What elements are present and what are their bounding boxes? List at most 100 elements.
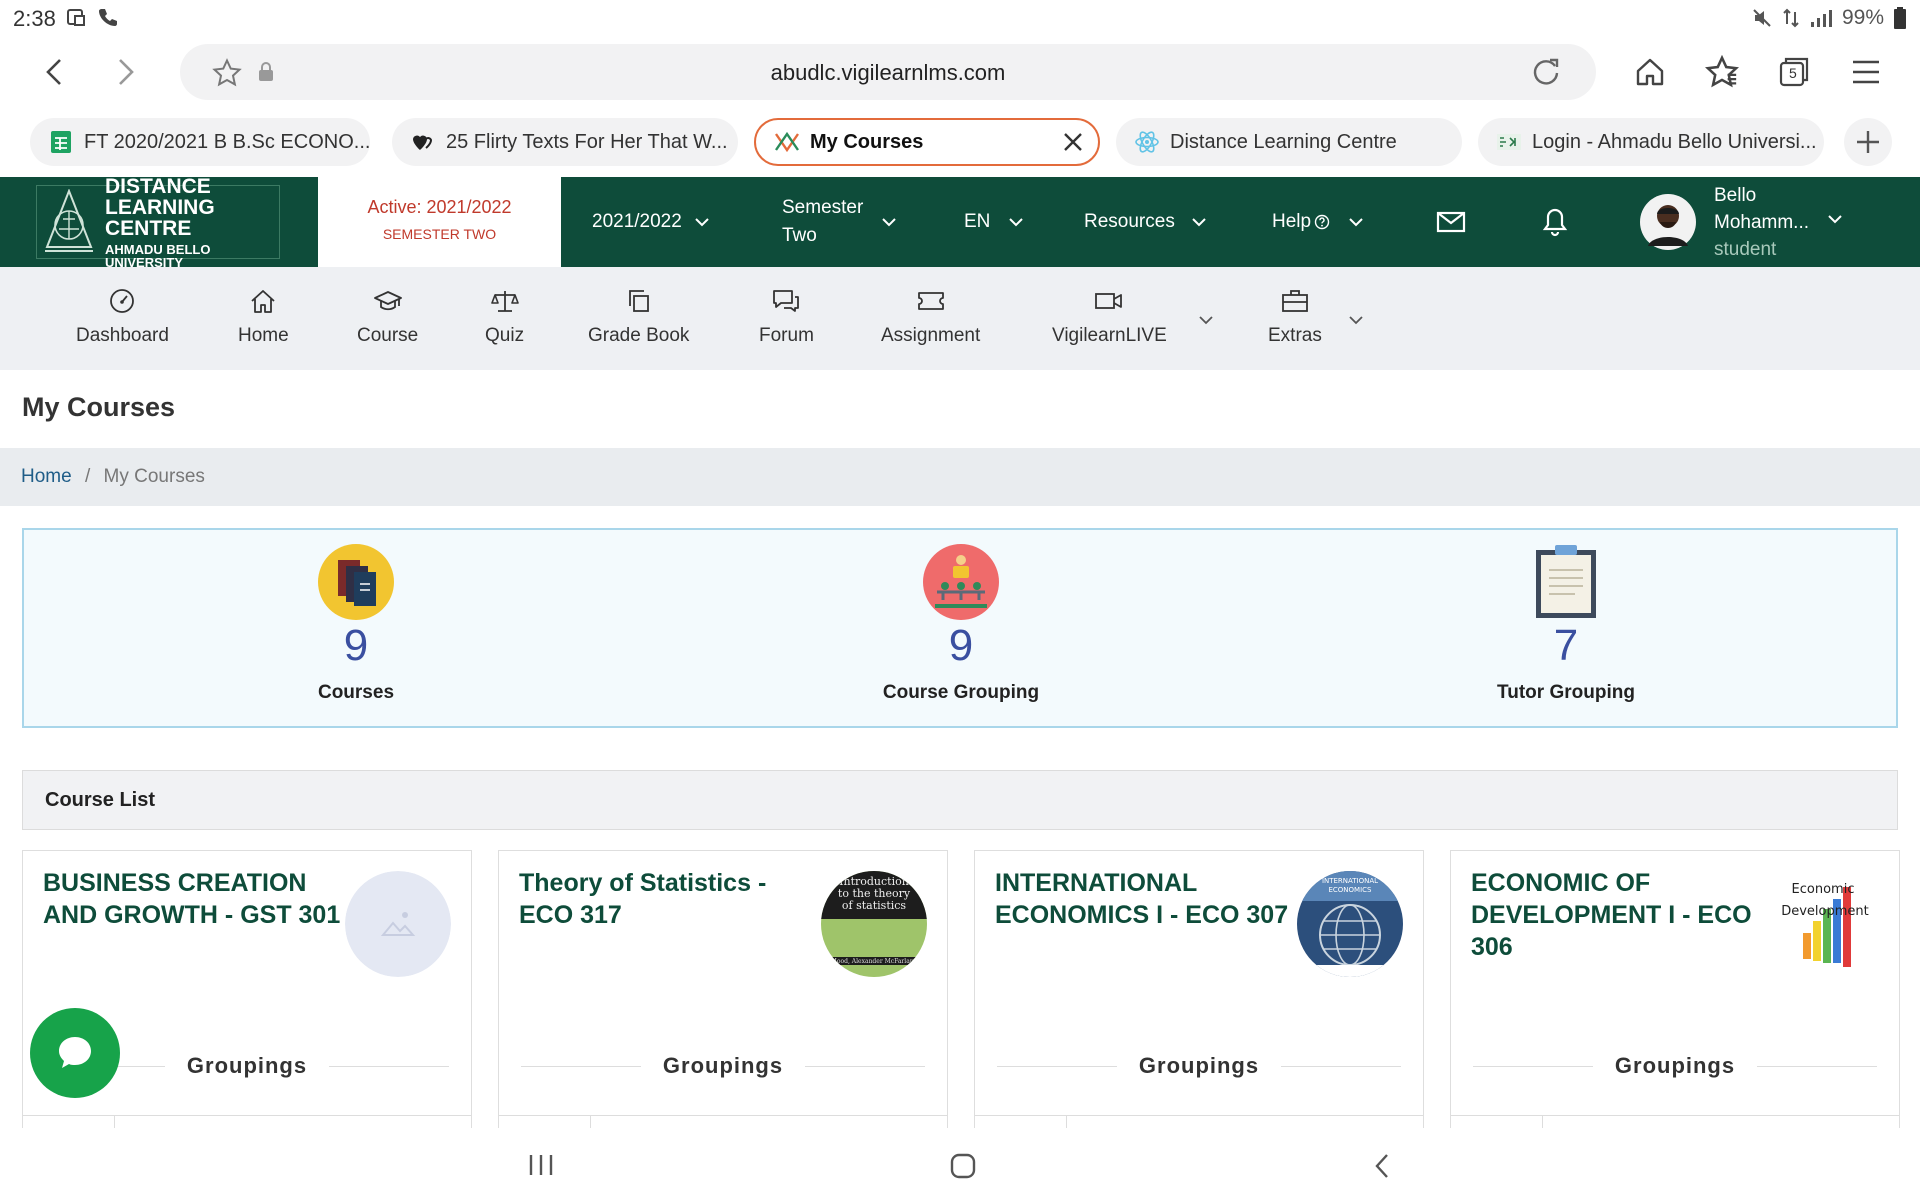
stat-value: 7 — [1553, 621, 1579, 670]
chevron-down-icon — [1008, 217, 1024, 227]
tab-distance-learning[interactable]: Distance Learning Centre — [1116, 118, 1462, 166]
chat-button[interactable] — [30, 1008, 120, 1098]
help-label: Help — [1272, 211, 1312, 232]
call-icon — [98, 7, 118, 27]
nav-label: Grade Book — [588, 325, 690, 346]
course-list-heading: Course List — [45, 789, 156, 811]
home-icon[interactable] — [1630, 52, 1670, 92]
user-role: student — [1714, 238, 1777, 260]
recent-apps-icon[interactable] — [528, 1154, 554, 1176]
tab-flirty-texts[interactable]: 25 Flirty Texts For Her That W... — [392, 118, 738, 166]
nav-home[interactable]: Home — [238, 287, 289, 347]
course-title[interactable]: Theory of Statistics - ECO 317 — [519, 867, 819, 931]
stat-tutor-grouping[interactable]: 7 Tutor Grouping — [1416, 544, 1716, 704]
reload-icon[interactable] — [1530, 56, 1562, 88]
scale-icon — [490, 287, 520, 315]
battery-level: 99% — [1841, 6, 1884, 29]
site-logo[interactable]: DISTANCE LEARNING CENTRE AHMADU BELLO UN… — [36, 176, 280, 269]
resources-dropdown[interactable]: Resources — [1084, 177, 1207, 267]
status-time: 2:38 — [13, 6, 56, 31]
close-tab-icon[interactable] — [1062, 131, 1084, 153]
resources-label: Resources — [1084, 211, 1175, 232]
nav-course[interactable]: Course — [357, 287, 418, 347]
user-menu[interactable]: Bello Mohamm... student — [1640, 177, 1843, 267]
abu-crest-icon — [41, 189, 97, 255]
new-tab-button[interactable] — [1844, 118, 1892, 166]
vigilearn-icon — [774, 129, 800, 155]
course-card-eco317[interactable]: Theory of Statistics - ECO 317 Introduct… — [498, 850, 948, 1130]
system-home-icon[interactable] — [950, 1153, 976, 1179]
nav-dashboard[interactable]: Dashboard — [76, 287, 169, 347]
language-dropdown[interactable]: EN — [964, 177, 1024, 267]
nav-forum[interactable]: Forum — [759, 287, 814, 347]
chevron-down-icon[interactable] — [1348, 315, 1364, 325]
chat-bubbles-icon — [771, 287, 801, 315]
mail-icon[interactable] — [1436, 177, 1466, 267]
course-card-eco306[interactable]: ECONOMIC OF DEVELOPMENT I - ECO 306 Econ… — [1450, 850, 1900, 1130]
chevron-down-icon[interactable] — [1198, 315, 1214, 325]
session-value: 2021/2022 — [592, 211, 682, 232]
back-button[interactable] — [34, 52, 74, 92]
help-dropdown[interactable]: Help — [1272, 177, 1364, 267]
course-card-eco307[interactable]: INTERNATIONAL ECONOMICS I - ECO 307 INTE… — [974, 850, 1424, 1130]
ticket-icon — [916, 287, 946, 315]
tab-title: Distance Learning Centre — [1170, 130, 1397, 153]
stat-label: Courses — [317, 682, 395, 703]
session-dropdown[interactable]: 2021/2022 — [592, 177, 710, 267]
nav-quiz[interactable]: Quiz — [485, 287, 524, 347]
nav-extras[interactable]: Extras — [1268, 287, 1322, 347]
course-title[interactable]: ECONOMIC OF DEVELOPMENT I - ECO 306 — [1471, 867, 1771, 963]
thumb-text-line: of statistics — [842, 899, 906, 912]
tab-ft-2020[interactable]: FT 2020/2021 B B.Sc ECONO... — [30, 118, 370, 166]
breadcrumb-current: My Courses — [103, 466, 205, 487]
placeholder-image-icon — [345, 871, 451, 977]
status-bar: 2:38 99% — [0, 0, 1920, 38]
abu-icon — [1496, 129, 1522, 155]
briefcase-icon — [1281, 287, 1309, 315]
nav-vigilearnlive[interactable]: VigilearnLIVE — [1052, 287, 1167, 347]
clipboard-icon — [1533, 544, 1599, 620]
nav-assignment[interactable]: Assignment — [881, 287, 980, 347]
chat-bubble-icon — [53, 1031, 97, 1075]
bookmarks-icon[interactable] — [1702, 52, 1742, 92]
tab-my-courses[interactable]: My Courses — [754, 118, 1100, 166]
notification-bell-icon[interactable] — [1542, 177, 1568, 267]
groupings-label[interactable]: Groupings — [1139, 1053, 1259, 1079]
react-icon — [1134, 129, 1160, 155]
course-title[interactable]: INTERNATIONAL ECONOMICS I - ECO 307 — [995, 867, 1295, 931]
nav-grade-book[interactable]: Grade Book — [588, 287, 689, 347]
menu-icon[interactable] — [1846, 52, 1886, 92]
semester-line1: Semester — [782, 197, 864, 218]
chevron-down-icon — [1191, 217, 1207, 227]
groupings-label[interactable]: Groupings — [187, 1053, 307, 1079]
stats-panel: 9 Courses 9 Course Grouping 7 Tutor Grou… — [22, 528, 1898, 728]
groupings-label[interactable]: Groupings — [663, 1053, 783, 1079]
semester-line2: Two — [782, 225, 817, 246]
stat-value: 9 — [343, 621, 369, 670]
nav-label: Dashboard — [76, 325, 169, 346]
thumb-text-line: Mood, Alexander McFarlane — [831, 958, 918, 965]
nav-label: Course — [357, 325, 419, 346]
stat-courses[interactable]: 9 Courses — [206, 544, 506, 704]
tab-login-abu[interactable]: Login - Ahmadu Bello Universi... — [1478, 118, 1824, 166]
stat-value: 9 — [948, 621, 974, 670]
forward-button[interactable] — [106, 52, 146, 92]
address-bar[interactable]: abudlc.vigilearnlms.com — [180, 44, 1596, 100]
semester-dropdown[interactable]: Semester Two — [782, 177, 897, 267]
stat-course-grouping[interactable]: 9 Course Grouping — [811, 544, 1111, 704]
chevron-down-icon — [1827, 214, 1843, 224]
tab-switcher-button[interactable]: 5 — [1774, 52, 1814, 92]
logo-line2: LEARNING CENTRE — [105, 195, 215, 240]
user-last-name: Mohamm... — [1714, 211, 1810, 233]
course-title[interactable]: BUSINESS CREATION AND GROWTH - GST 301 — [43, 867, 343, 931]
system-back-icon[interactable] — [1374, 1153, 1390, 1179]
page-title: My Courses — [22, 392, 176, 422]
chevron-down-icon — [694, 217, 710, 227]
groupings-label[interactable]: Groupings — [1615, 1053, 1735, 1079]
copy-icon — [626, 287, 652, 315]
breadcrumb-home-link[interactable]: Home — [21, 466, 72, 487]
language-value: EN — [964, 211, 991, 232]
course-thumbnail-bar-chart: Economic Development — [1773, 871, 1879, 977]
sheets-icon — [48, 129, 74, 155]
site-header: DISTANCE LEARNING CENTRE AHMADU BELLO UN… — [0, 176, 1920, 269]
